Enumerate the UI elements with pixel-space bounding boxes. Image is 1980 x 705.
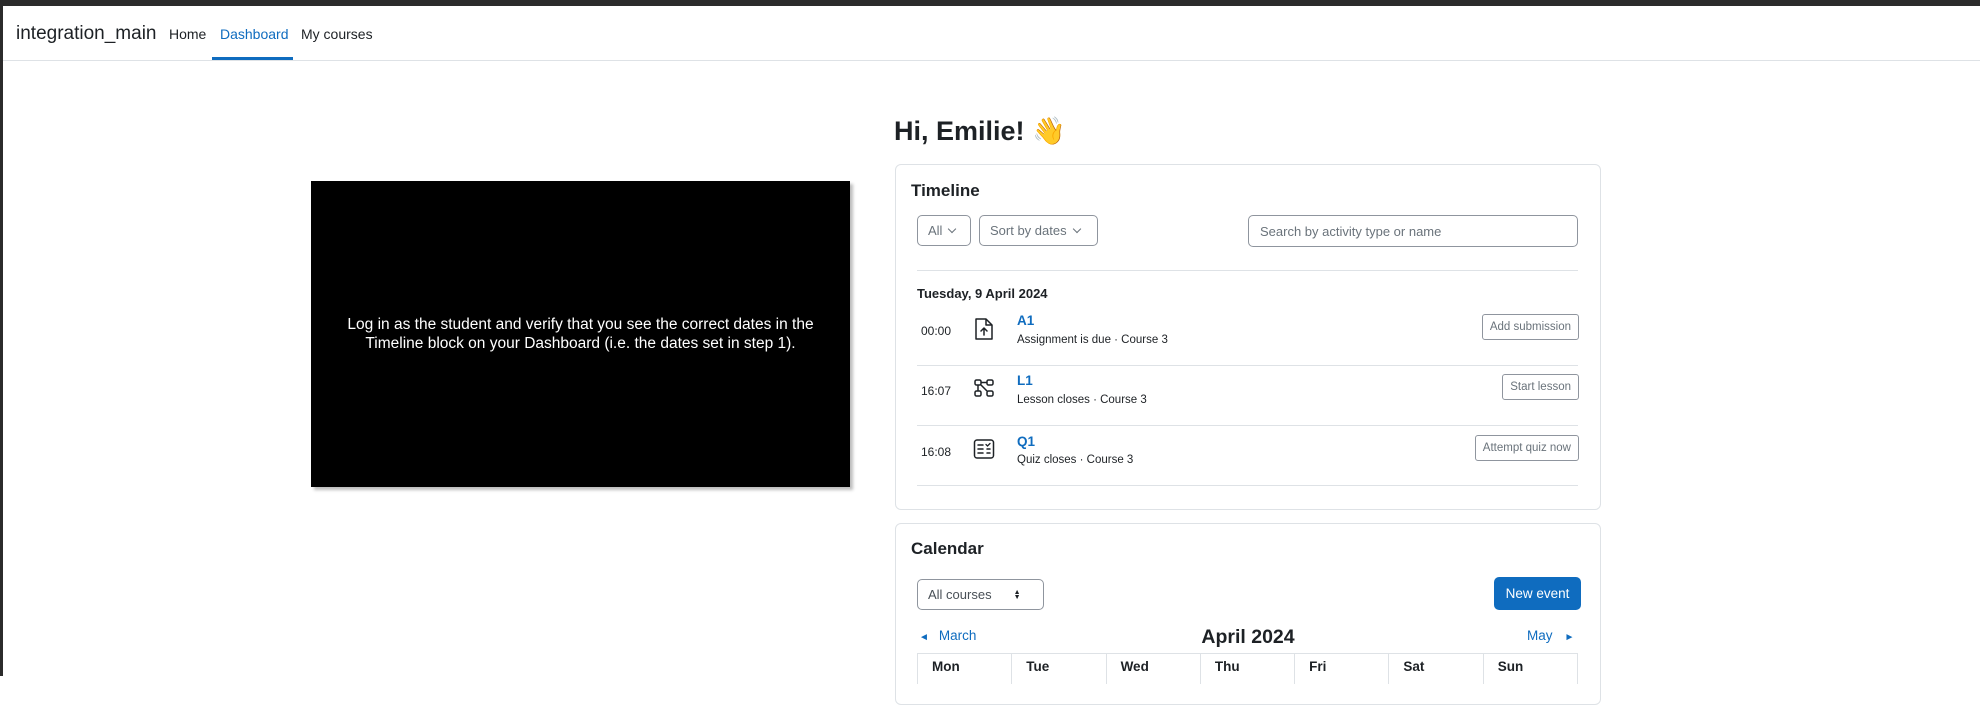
instruction-video-panel: Log in as the student and verify that yo… bbox=[311, 181, 850, 487]
active-tab-indicator bbox=[212, 57, 293, 60]
timeline-filter-label: All bbox=[928, 223, 943, 238]
timeline-title: Timeline bbox=[911, 181, 980, 200]
event-detail: Lesson closes · Course 3 bbox=[1017, 394, 1147, 406]
event-time: 16:08 bbox=[921, 445, 952, 459]
divider bbox=[917, 365, 1578, 366]
select-arrows-icon: ▲ ▼ bbox=[1013, 588, 1021, 601]
weekday-label: Wed bbox=[1105, 654, 1200, 684]
new-event-button[interactable]: New event bbox=[1494, 577, 1581, 610]
attempt-quiz-button[interactable]: Attempt quiz now bbox=[1474, 435, 1579, 461]
event-name-link[interactable]: Q1 bbox=[1017, 434, 1035, 449]
timeline-search-input[interactable] bbox=[1248, 215, 1578, 247]
timeline-filter-dropdown[interactable]: All bbox=[917, 215, 971, 246]
timeline-block: Timeline All Sort by dates Tuesday, 9 Ap… bbox=[895, 164, 1601, 510]
add-submission-button[interactable]: Add submission bbox=[1481, 314, 1579, 340]
nav-dashboard-link[interactable]: Dashboard bbox=[220, 26, 289, 42]
chevron-down-icon bbox=[1072, 224, 1081, 233]
event-detail: Assignment is due · Course 3 bbox=[1017, 334, 1168, 346]
nav-home-link[interactable]: Home bbox=[169, 26, 206, 42]
weekday-label: Fri bbox=[1294, 654, 1388, 684]
navbar: integration_main Home Dashboard My cours… bbox=[3, 6, 1980, 61]
assignment-upload-icon bbox=[975, 318, 993, 340]
timeline-sort-dropdown[interactable]: Sort by dates bbox=[979, 215, 1098, 246]
quiz-icon bbox=[973, 439, 995, 459]
weekday-label: Sat bbox=[1388, 654, 1482, 684]
calendar-block: Calendar All courses ▲ ▼ New event ◄ March… bbox=[895, 523, 1601, 705]
divider bbox=[917, 270, 1578, 271]
nav-my-courses-link[interactable]: My courses bbox=[301, 26, 373, 42]
page-greeting: Hi, Emilie! 👋 bbox=[894, 116, 1066, 146]
weekday-label: Tue bbox=[1011, 654, 1105, 684]
instruction-text: Log in as the student and verify that yo… bbox=[347, 316, 814, 352]
event-time: 00:00 bbox=[921, 324, 952, 338]
chevron-down-icon bbox=[948, 224, 957, 233]
event-name-link[interactable]: L1 bbox=[1017, 373, 1033, 388]
weekday-label: Sun bbox=[1482, 654, 1578, 684]
next-month-link[interactable]: May ► bbox=[1527, 628, 1574, 643]
calendar-course-label: All courses bbox=[928, 587, 992, 602]
weekday-label: Thu bbox=[1199, 654, 1294, 684]
event-time: 16:07 bbox=[921, 384, 952, 398]
divider bbox=[917, 485, 1578, 486]
window-left-edge bbox=[0, 6, 3, 676]
lesson-icon bbox=[974, 379, 994, 397]
event-name-link[interactable]: A1 bbox=[1017, 313, 1034, 328]
weekday-label: Mon bbox=[917, 654, 1011, 684]
start-lesson-button[interactable]: Start lesson bbox=[1502, 374, 1579, 400]
arrow-right-icon: ► bbox=[1564, 632, 1575, 643]
calendar-weekday-header: Mon Tue Wed Thu Fri Sat Sun bbox=[917, 653, 1578, 684]
site-brand[interactable]: integration_main bbox=[16, 23, 156, 45]
timeline-sort-label: Sort by dates bbox=[990, 223, 1067, 238]
calendar-month-title: April 2024 bbox=[1201, 626, 1295, 648]
calendar-course-select[interactable]: All courses ▲ ▼ bbox=[917, 579, 1044, 610]
divider bbox=[917, 425, 1578, 426]
timeline-date-heading: Tuesday, 9 April 2024 bbox=[917, 286, 1048, 301]
calendar-title: Calendar bbox=[911, 539, 984, 558]
event-detail: Quiz closes · Course 3 bbox=[1017, 454, 1134, 466]
